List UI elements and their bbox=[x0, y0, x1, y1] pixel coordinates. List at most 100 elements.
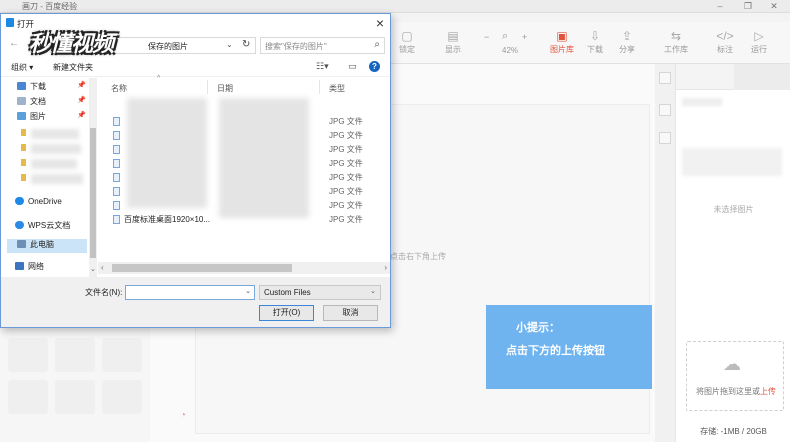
file-row[interactable]: 百度标准桌面1920×10... JPG 文件 bbox=[113, 213, 383, 226]
tip-body: 点击下方的上传按钮 bbox=[506, 345, 605, 357]
nav-scroll-thumb[interactable] bbox=[90, 128, 96, 258]
upload-dropzone[interactable]: ☁ 将图片拖到这里或上传 bbox=[686, 341, 784, 411]
scroll-right-icon[interactable]: › bbox=[384, 263, 387, 272]
side-tool-icon[interactable] bbox=[659, 132, 671, 144]
file-list-hscrollbar[interactable]: ‹ › bbox=[98, 262, 390, 274]
nav-item-network[interactable]: 网络 bbox=[15, 261, 44, 275]
toolbar-image-library[interactable]: ▣ 图片库 bbox=[545, 28, 579, 55]
toolbar-download[interactable]: ⇩ 下载 bbox=[578, 28, 612, 55]
share-icon: ⇪ bbox=[621, 29, 633, 43]
onedrive-icon bbox=[15, 197, 24, 205]
nav-blurred-item[interactable] bbox=[31, 144, 81, 154]
toolbar-display[interactable]: ▤ 显示 bbox=[436, 28, 470, 55]
toolbar-lock-label: 锁定 bbox=[399, 45, 415, 54]
dialog-app-icon bbox=[6, 18, 14, 27]
nav-item-onedrive[interactable]: OneDrive bbox=[15, 197, 62, 211]
panel-tabs bbox=[676, 64, 790, 90]
component-tile[interactable] bbox=[55, 338, 95, 372]
nav-item-this-pc[interactable]: 此电脑 bbox=[7, 239, 87, 253]
help-icon[interactable]: ? bbox=[369, 61, 380, 72]
chevron-down-icon[interactable]: ⌄ bbox=[226, 40, 233, 49]
restore-icon[interactable]: ❐ bbox=[738, 0, 758, 13]
nav-label: OneDrive bbox=[28, 197, 62, 206]
side-tool-icon[interactable] bbox=[659, 72, 671, 84]
dialog-close-icon[interactable]: × bbox=[376, 15, 384, 31]
jpg-file-icon bbox=[113, 131, 120, 140]
toolbar-share[interactable]: ⇪ 分享 bbox=[610, 28, 644, 55]
cancel-button[interactable]: 取消 bbox=[323, 305, 378, 321]
folder-icon bbox=[21, 159, 26, 166]
toolbar-display-label: 显示 bbox=[445, 45, 461, 54]
nav-scroll-down-icon[interactable]: ⌄ bbox=[90, 265, 96, 273]
nav-blurred-item[interactable] bbox=[31, 174, 83, 184]
chevron-down-icon[interactable]: ⌄ bbox=[245, 287, 251, 295]
zoom-out-button[interactable]: − bbox=[484, 32, 489, 42]
toolbar-share-label: 分享 bbox=[619, 45, 635, 54]
nav-blurred-item[interactable] bbox=[31, 159, 77, 169]
zoom-in-button[interactable]: + bbox=[522, 32, 527, 42]
column-date-header[interactable]: 日期 bbox=[217, 83, 233, 94]
upload-link[interactable]: 上传 bbox=[760, 387, 776, 396]
column-separator[interactable] bbox=[319, 80, 320, 94]
filetype-select[interactable]: Custom Files ⌄ bbox=[259, 285, 381, 300]
toolbar-image-library-label: 图片库 bbox=[550, 45, 574, 54]
chevron-down-icon[interactable]: ⌄ bbox=[370, 287, 376, 295]
nav-blurred-item[interactable] bbox=[31, 129, 79, 139]
wps-cloud-icon bbox=[15, 221, 24, 229]
filename-label: 文件名(N): bbox=[85, 288, 123, 297]
no-image-selected-text: 未选择图片 bbox=[713, 205, 754, 214]
preview-pane-icon[interactable]: ▭ bbox=[348, 61, 357, 72]
view-options-icon[interactable]: ☷▾ bbox=[316, 61, 329, 72]
panel-blurred-folder[interactable] bbox=[682, 148, 782, 176]
component-tile[interactable] bbox=[55, 380, 95, 414]
pictures-folder-icon bbox=[17, 112, 26, 120]
column-separator[interactable] bbox=[207, 80, 208, 94]
organize-menu[interactable]: 组织 ▾ bbox=[11, 62, 33, 73]
pin-icon: 📌 bbox=[77, 97, 86, 104]
component-tile[interactable] bbox=[8, 338, 48, 372]
jpg-file-icon bbox=[113, 187, 120, 196]
minimize-icon[interactable]: – bbox=[710, 0, 730, 13]
file-row[interactable]: JPG 文件 bbox=[113, 115, 383, 128]
column-name-header[interactable]: 名称 bbox=[111, 83, 127, 94]
file-row[interactable]: JPG 文件 bbox=[113, 157, 383, 170]
back-icon[interactable]: ← bbox=[9, 38, 19, 49]
panel-tab-secondary[interactable] bbox=[734, 64, 790, 90]
image-library-icon: ▣ bbox=[556, 29, 568, 43]
column-type-header[interactable]: 类型 bbox=[329, 83, 345, 94]
toolbar-annotate[interactable]: </> 标注 bbox=[708, 28, 742, 55]
file-type: JPG 文件 bbox=[329, 145, 363, 154]
component-tile[interactable] bbox=[102, 338, 142, 372]
search-icon[interactable]: ⌕ bbox=[374, 39, 380, 50]
toolbar-lock[interactable]: ▢ 锁定 bbox=[390, 28, 424, 55]
side-tool-icon[interactable] bbox=[659, 104, 671, 116]
zoom-search-icon[interactable]: ⌕ bbox=[502, 30, 508, 43]
hscroll-thumb[interactable] bbox=[112, 264, 292, 272]
toolbar-workspace[interactable]: ⇆ 工作库 bbox=[659, 28, 693, 55]
filename-input[interactable]: ⌄ bbox=[125, 285, 255, 300]
close-window-icon[interactable]: ✕ bbox=[764, 0, 784, 13]
app-toolbar: ▢ 锁定 ▤ 显示 − ⌕ + 42% ▣ 图片库 ⇩ 下载 ⇪ 分享 ⇆ 工作… bbox=[390, 22, 790, 64]
component-tile[interactable] bbox=[8, 380, 48, 414]
open-button[interactable]: 打开(O) bbox=[259, 305, 314, 321]
search-box[interactable]: 搜索"保存的图片" ⌕ bbox=[260, 37, 385, 54]
file-row[interactable]: JPG 文件 bbox=[113, 199, 383, 212]
nav-item-documents[interactable]: 文档 📌 bbox=[17, 96, 86, 110]
nav-scrollbar[interactable] bbox=[89, 78, 97, 278]
component-tile[interactable] bbox=[102, 380, 142, 414]
play-icon: ▷ bbox=[754, 29, 764, 43]
file-row[interactable]: JPG 文件 bbox=[113, 129, 383, 142]
nav-item-pictures[interactable]: 图片 📌 bbox=[17, 111, 86, 125]
breadcrumb[interactable]: 保存的图片 bbox=[148, 41, 188, 52]
file-row[interactable]: JPG 文件 bbox=[113, 185, 383, 198]
toolbar-run[interactable]: ▷ 运行 bbox=[742, 28, 776, 55]
refresh-icon[interactable]: ↻ bbox=[242, 39, 250, 50]
file-row[interactable]: JPG 文件 bbox=[113, 171, 383, 184]
app-window-titlebar: 画刀 - 百度经验 – ❐ ✕ bbox=[0, 0, 790, 13]
file-row[interactable]: JPG 文件 bbox=[113, 143, 383, 156]
scroll-left-icon[interactable]: ‹ bbox=[101, 263, 104, 272]
nav-item-downloads[interactable]: 下载 📌 bbox=[17, 81, 86, 95]
nav-item-wps-cloud[interactable]: WPS云文档 bbox=[15, 220, 70, 234]
new-folder-button[interactable]: 新建文件夹 bbox=[53, 62, 93, 73]
documents-folder-icon bbox=[17, 97, 26, 105]
